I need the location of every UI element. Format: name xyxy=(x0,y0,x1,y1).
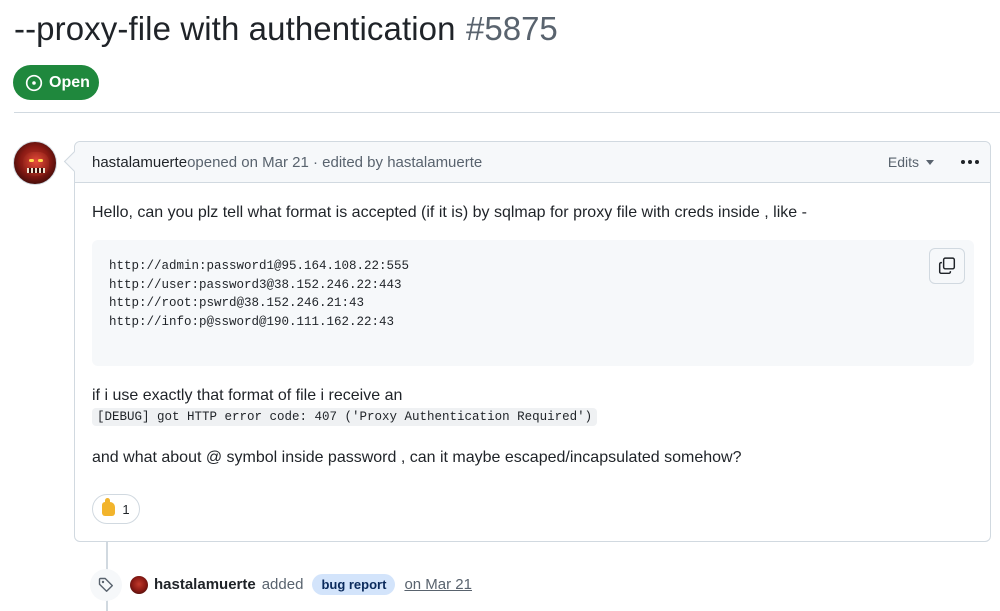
reaction-button[interactable]: 1 xyxy=(92,494,140,524)
copy-button[interactable] xyxy=(929,248,965,284)
thumbs-up-icon xyxy=(102,498,116,516)
code-line: http://user:password3@38.152.246.22:443 xyxy=(109,277,402,292)
header-divider xyxy=(14,112,1000,113)
code-line: http://admin:password1@95.164.108.22:555 xyxy=(109,259,410,273)
label-event: hastalamuerte added bug report on Mar 21 xyxy=(130,574,472,595)
code-line: http://info:p@ssword@190.111.162.22:43 xyxy=(109,314,395,329)
copy-icon xyxy=(938,257,956,275)
kebab-menu-icon[interactable] xyxy=(960,152,980,172)
comment-paragraph: and what about @ symbol inside password … xyxy=(92,449,742,466)
edits-dropdown[interactable]: Edits xyxy=(888,154,934,170)
comment-author-link[interactable]: hastalamuerte xyxy=(92,154,187,171)
triangle-down-icon xyxy=(926,159,934,165)
comment-paragraph: if i use exactly that format of file i r… xyxy=(92,387,403,404)
comment-meta: opened on Mar 21 · edited by hastalamuer… xyxy=(187,153,483,171)
issue-title-row: --proxy-file with authentication #5875 xyxy=(14,10,558,48)
event-author-link[interactable]: hastalamuerte xyxy=(154,576,256,593)
event-action: added xyxy=(261,576,304,593)
reaction-count: 1 xyxy=(122,501,130,517)
issue-number: #5875 xyxy=(466,10,558,47)
event-date-link[interactable]: on Mar 21 xyxy=(404,576,472,593)
issue-opened-icon xyxy=(25,74,43,91)
event-avatar[interactable] xyxy=(130,575,148,594)
code-line: http://root:pswrd@38.152.246.21:43 xyxy=(109,296,365,310)
edits-label: Edits xyxy=(887,154,919,170)
comment-header: hastalamuerte opened on Mar 21 · edited … xyxy=(75,142,990,183)
code-block: http://admin:password1@95.164.108.22:555… xyxy=(92,240,974,366)
issue-title: --proxy-file with authentication xyxy=(14,10,456,47)
issue-state-badge: Open xyxy=(13,65,99,100)
author-avatar[interactable] xyxy=(13,141,57,185)
tag-icon xyxy=(90,569,122,601)
issue-state-label: Open xyxy=(49,73,90,91)
label-bug-report[interactable]: bug report xyxy=(312,574,396,595)
comment-paragraph: Hello, can you plz tell what format is a… xyxy=(92,204,807,221)
issue-comment: hastalamuerte opened on Mar 21 · edited … xyxy=(74,141,991,542)
inline-code: [DEBUG] got HTTP error code: 407 ('Proxy… xyxy=(92,408,598,426)
